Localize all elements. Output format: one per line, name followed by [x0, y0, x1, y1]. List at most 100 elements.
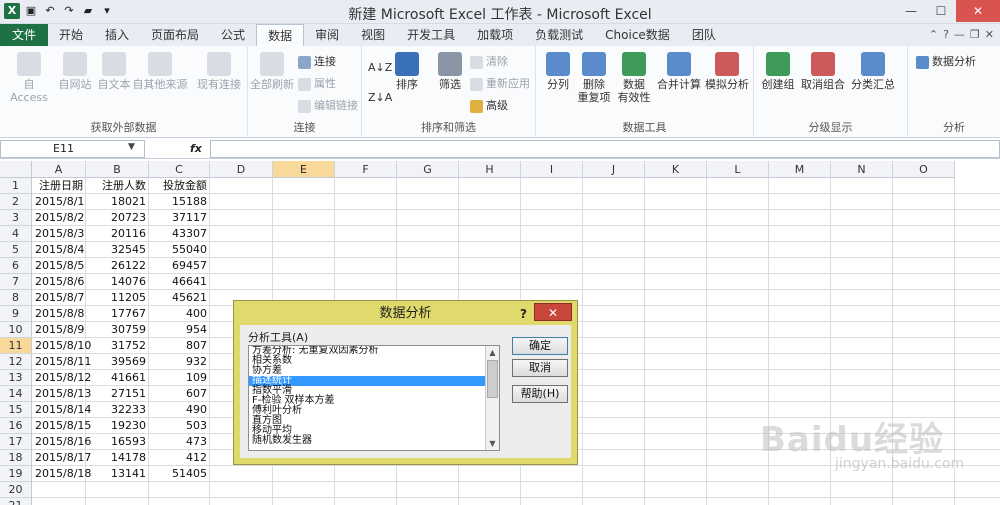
- doc-minimize-icon[interactable]: —: [954, 28, 965, 41]
- cell[interactable]: 400: [149, 306, 210, 322]
- cell[interactable]: 41661: [86, 370, 149, 386]
- cell[interactable]: 19230: [86, 418, 149, 434]
- cell[interactable]: 2015/8/17: [32, 450, 91, 466]
- scroll-thumb[interactable]: [487, 360, 498, 398]
- scroll-down-icon[interactable]: ▼: [486, 437, 499, 450]
- sort-button[interactable]: 排序: [392, 52, 422, 91]
- cell[interactable]: 2015/8/1: [32, 194, 86, 210]
- tab-load-test[interactable]: 负载测试: [524, 24, 594, 46]
- cell[interactable]: 2015/8/10: [32, 338, 91, 354]
- formula-input[interactable]: [210, 140, 1000, 158]
- cell[interactable]: 30759: [86, 322, 149, 338]
- row-header[interactable]: 5: [0, 242, 32, 258]
- sort-asc-icon[interactable]: A↓Z: [368, 60, 392, 76]
- cell[interactable]: 2015/8/5: [32, 258, 86, 274]
- close-window-icon[interactable]: ✕: [956, 0, 1000, 22]
- row-header[interactable]: 18: [0, 450, 32, 466]
- row-header[interactable]: 11: [0, 338, 32, 354]
- row-header[interactable]: 9: [0, 306, 32, 322]
- cell[interactable]: 16593: [86, 434, 149, 450]
- existing-connections-button[interactable]: 现有连接: [194, 52, 244, 91]
- row-header[interactable]: 3: [0, 210, 32, 226]
- row-header[interactable]: 15: [0, 402, 32, 418]
- cell[interactable]: 2015/8/4: [32, 242, 86, 258]
- cell[interactable]: 注册日期: [32, 178, 86, 194]
- clear-button[interactable]: 清除: [470, 54, 508, 70]
- cell[interactable]: 932: [149, 354, 210, 370]
- maximize-icon[interactable]: ☐: [926, 0, 956, 22]
- tab-data[interactable]: 数据: [256, 24, 305, 46]
- reapply-button[interactable]: 重新应用: [470, 76, 530, 92]
- cell[interactable]: 51405: [149, 466, 210, 482]
- column-header[interactable]: B: [86, 161, 149, 178]
- cell[interactable]: 26122: [86, 258, 149, 274]
- cell[interactable]: 69457: [149, 258, 210, 274]
- column-header[interactable]: F: [335, 161, 397, 178]
- tab-developer[interactable]: 开发工具: [396, 24, 466, 46]
- what-if-analysis-button[interactable]: 模拟分析: [704, 52, 750, 91]
- tab-team[interactable]: 团队: [681, 24, 727, 46]
- tab-home[interactable]: 开始: [48, 24, 94, 46]
- text-to-columns-button[interactable]: 分列: [542, 52, 574, 91]
- analysis-tool-item[interactable]: 傅利叶分析: [249, 406, 499, 416]
- ok-button[interactable]: 确定: [512, 337, 568, 355]
- column-header[interactable]: K: [645, 161, 707, 178]
- cell[interactable]: 954: [149, 322, 210, 338]
- row-header[interactable]: 19: [0, 466, 32, 482]
- cell[interactable]: 2015/8/9: [32, 322, 86, 338]
- cell[interactable]: 13141: [86, 466, 149, 482]
- column-header[interactable]: D: [210, 161, 273, 178]
- ribbon-collapse-icon[interactable]: ⌃: [929, 28, 938, 41]
- cell[interactable]: 109: [149, 370, 210, 386]
- column-header[interactable]: I: [521, 161, 583, 178]
- insert-function-button[interactable]: fx: [190, 142, 202, 155]
- column-header[interactable]: M: [769, 161, 831, 178]
- group-button[interactable]: 创建组: [758, 52, 798, 91]
- column-header[interactable]: J: [583, 161, 645, 178]
- cell[interactable]: 15188: [149, 194, 210, 210]
- cell[interactable]: 2015/8/15: [32, 418, 91, 434]
- column-header[interactable]: G: [397, 161, 459, 178]
- dialog-close-button[interactable]: ✕: [534, 303, 572, 321]
- subtotal-button[interactable]: 分类汇总: [848, 52, 898, 91]
- remove-duplicates-button[interactable]: 删除 重复项: [576, 52, 612, 104]
- row-header[interactable]: 2: [0, 194, 32, 210]
- row-header[interactable]: 20: [0, 482, 32, 498]
- cell[interactable]: 18021: [86, 194, 149, 210]
- sort-desc-icon[interactable]: Z↓A: [368, 90, 392, 106]
- doc-restore-icon[interactable]: ❐: [970, 28, 980, 41]
- scroll-up-icon[interactable]: ▲: [486, 346, 499, 359]
- tab-page-layout[interactable]: 页面布局: [140, 24, 210, 46]
- column-header[interactable]: L: [707, 161, 769, 178]
- cell[interactable]: 473: [149, 434, 210, 450]
- cell[interactable]: 45621: [149, 290, 210, 306]
- from-other-sources-button[interactable]: 自其他来源: [132, 52, 188, 91]
- row-header[interactable]: 17: [0, 434, 32, 450]
- advanced-button[interactable]: 高级: [470, 98, 508, 114]
- consolidate-button[interactable]: 合并计算: [656, 52, 702, 91]
- column-header[interactable]: H: [459, 161, 521, 178]
- row-header[interactable]: 8: [0, 290, 32, 306]
- cell[interactable]: 20116: [86, 226, 149, 242]
- cell[interactable]: 2015/8/16: [32, 434, 91, 450]
- column-header[interactable]: N: [831, 161, 893, 178]
- row-header[interactable]: 12: [0, 354, 32, 370]
- row-header[interactable]: 10: [0, 322, 32, 338]
- from-web-button[interactable]: 自网站: [56, 52, 94, 91]
- tab-addins[interactable]: 加载项: [466, 24, 524, 46]
- column-header[interactable]: O: [893, 161, 955, 178]
- cell[interactable]: 46641: [149, 274, 210, 290]
- cell[interactable]: 37117: [149, 210, 210, 226]
- row-header[interactable]: 13: [0, 370, 32, 386]
- analysis-tool-item[interactable]: 随机数发生器: [249, 436, 499, 446]
- cell[interactable]: 807: [149, 338, 210, 354]
- connections-button[interactable]: 连接: [298, 54, 336, 70]
- row-header[interactable]: 1: [0, 178, 32, 194]
- cell[interactable]: 607: [149, 386, 210, 402]
- cell[interactable]: 43307: [149, 226, 210, 242]
- cell[interactable]: 20723: [86, 210, 149, 226]
- filter-button[interactable]: 筛选: [432, 52, 468, 91]
- cell[interactable]: 2015/8/3: [32, 226, 86, 242]
- list-scrollbar[interactable]: ▲ ▼: [485, 346, 499, 450]
- tab-insert[interactable]: 插入: [94, 24, 140, 46]
